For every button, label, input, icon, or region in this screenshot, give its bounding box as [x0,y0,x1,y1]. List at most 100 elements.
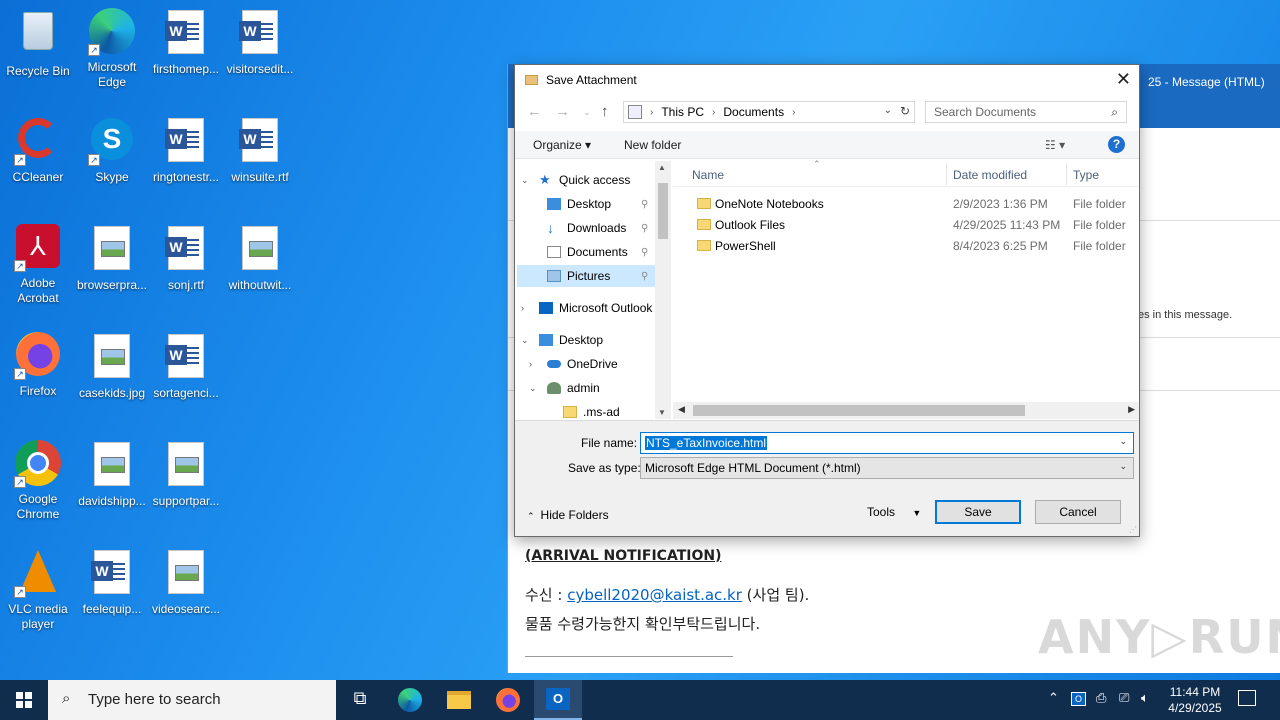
scroll-left-icon[interactable]: ◀ [678,404,685,415]
file-date: 2/9/2023 1:36 PM [953,197,1048,211]
forward-arrow-icon[interactable]: → [555,103,570,120]
nav-desktop[interactable]: ⌄ Desktop [521,329,655,351]
chevron-down-icon[interactable]: ⌄ [1119,436,1127,447]
nav-microsoft-outlook[interactable]: › Microsoft Outlook [521,297,655,319]
nav-admin[interactable]: ⌄ admin [529,377,655,399]
desktop-icon-casekids[interactable]: casekids.jpg [74,332,150,401]
recent-chevron-icon[interactable]: ⌄ [583,107,591,118]
info-bar-text: es in this message. [1138,309,1233,321]
hide-folders-button[interactable]: ⌃ Hide Folders [527,508,609,522]
expand-chevron-icon[interactable]: › [521,303,533,313]
desktop-icon-adobe-acrobat[interactable]: ⅄ ↗ Adobe Acrobat [0,224,76,306]
expand-chevron-icon[interactable]: › [529,359,541,369]
desktop-icon-skype[interactable]: S ↗ Skype [74,116,150,185]
sort-up-icon: ⌃ [813,159,821,169]
tools-button[interactable]: Tools ▼ [867,505,921,519]
save-button[interactable]: Save [935,500,1021,524]
nav-scrollbar[interactable]: ▲ ▼ [655,161,671,419]
column-type[interactable]: Type [1073,168,1099,182]
outlook-tray-icon[interactable]: O [1071,692,1086,706]
device-tray-icon[interactable]: ⎙ [1096,690,1106,706]
file-row[interactable]: Outlook Files 4/29/2025 11:43 PM File fo… [673,214,1139,235]
up-arrow-icon[interactable]: ↑ [601,103,609,120]
nav-desktop-pinned[interactable]: Desktop ⚲ [529,193,655,215]
chevron-down-icon[interactable]: ⌄ [884,105,892,116]
system-clock[interactable]: 11:44 PM 4/29/2025 [1160,684,1230,716]
expand-chevron-icon[interactable]: ⌄ [521,335,533,346]
new-folder-button[interactable]: New folder [624,138,681,152]
message-line: 물품 수령가능한지 확인부탁드립니다. [525,615,761,633]
desktop-icon-visitorsedit[interactable]: W visitorsedit... [222,8,298,77]
desktop-icon-sortagenci[interactable]: W sortagenci... [148,332,224,401]
column-name[interactable]: Name [692,168,724,182]
firefox-taskbar-icon[interactable] [484,680,532,720]
address-bar[interactable]: › This PC › Documents › ⌄ ↻ [623,101,915,123]
desktop-icon-withoutwit[interactable]: withoutwit... [222,224,298,293]
desktop-icon-ringtonestr[interactable]: W ringtonestr... [148,116,224,185]
scroll-down-icon[interactable]: ▼ [658,408,666,417]
desktop-icon-ccleaner[interactable]: ↗ CCleaner [0,116,76,185]
chevron-down-icon[interactable]: ⌄ [1119,461,1127,472]
file-explorer-icon[interactable] [435,680,483,720]
notification-center-icon[interactable] [1238,690,1256,706]
file-row[interactable]: PowerShell 8/4/2023 6:25 PM File folder [673,235,1139,256]
scroll-right-icon[interactable]: ▶ [1128,404,1135,415]
desktop-icon-firefox[interactable]: ↗ Firefox [0,332,76,399]
desktop-icon-davidshipp[interactable]: davidshipp... [74,440,150,509]
desktop-icon-google-chrome[interactable]: ↗ Google Chrome [0,440,76,522]
file-list-scrollbar[interactable]: ◀ ▶ [673,402,1139,419]
desktop-icon-vlc[interactable]: ↗ VLC media player [0,548,76,632]
anyrun-watermark: ANY▷RUN [1038,610,1280,664]
organize-button[interactable]: Organize ▾ [533,138,591,152]
column-date-modified[interactable]: Date modified [953,168,1027,182]
breadcrumb-documents[interactable]: Documents [723,105,784,119]
email-link[interactable]: cybell2020@kaist.ac.kr [567,586,742,604]
nav-documents[interactable]: Documents ⚲ [529,241,655,263]
nav-ms-ad[interactable]: .ms-ad [545,401,655,419]
outlook-taskbar-icon[interactable]: O [534,680,582,720]
cancel-button[interactable]: Cancel [1035,500,1121,524]
nav-onedrive[interactable]: › OneDrive [529,353,655,375]
volume-icon[interactable]: 🔈︎ [1141,690,1149,706]
image-file-icon [88,334,136,382]
resize-grip-icon[interactable]: ⋰ [1129,525,1137,534]
desktop-icon-microsoft-edge[interactable]: ↗ Microsoft Edge [74,8,150,90]
close-button[interactable]: ✕ [1116,70,1131,88]
desktop-icon-label: Google Chrome [16,492,60,521]
network-icon[interactable]: ⎚ [1119,690,1129,706]
back-arrow-icon[interactable]: ← [527,103,542,120]
desktop-icon [547,198,561,210]
save-as-type-label: Save as type: [568,461,641,475]
task-view-icon[interactable]: ⧉ [336,680,384,720]
desktop-icon-label: casekids.jpg [78,386,146,400]
scrollbar-thumb[interactable] [693,405,1025,416]
scrollbar-thumb[interactable] [658,183,668,239]
desktop-icon-supportpar[interactable]: supportpar... [148,440,224,509]
show-hidden-icons-chevron-icon[interactable]: ⌃ [1048,690,1059,706]
taskbar-search-box[interactable]: ⌕ Type here to search [48,680,336,720]
search-input[interactable]: Search Documents ⌕ [925,101,1127,123]
edge-taskbar-icon[interactable] [386,680,434,720]
desktop-icon-videosearc[interactable]: videosearc... [148,548,224,617]
desktop-icon-firsthomep[interactable]: W firsthomep... [148,8,224,77]
desktop-icon-sonj[interactable]: W sonj.rtf [148,224,224,293]
file-row[interactable]: OneNote Notebooks 2/9/2023 1:36 PM File … [673,193,1139,214]
nav-pictures[interactable]: Pictures ⚲ [517,265,655,287]
scroll-up-icon[interactable]: ▲ [658,163,666,172]
desktop-icon-recycle-bin[interactable]: Recycle Bin [0,8,76,79]
help-icon[interactable]: ? [1108,136,1125,153]
expand-chevron-icon[interactable]: ⌄ [521,175,533,186]
windows-start-icon[interactable] [16,692,32,708]
save-as-type-select[interactable]: Microsoft Edge HTML Document (*.html) ⌄ [640,457,1134,479]
file-name-input[interactable]: NTS_eTaxInvoice.html ⌄ [640,432,1134,454]
view-options-button[interactable]: ☷ ▾ [1045,138,1065,152]
nav-quick-access[interactable]: ⌄ ★ Quick access [521,169,655,191]
refresh-icon[interactable]: ↻ [900,104,910,118]
desktop-icon-feelequip[interactable]: W feelequip... [74,548,150,617]
desktop-icon-browserpra[interactable]: browserpra... [74,224,150,293]
edge-icon: ↗ [88,8,136,56]
expand-chevron-icon[interactable]: ⌄ [529,383,541,394]
breadcrumb-this-pc[interactable]: This PC [661,105,704,119]
nav-downloads[interactable]: ↓ Downloads ⚲ [529,217,655,239]
desktop-icon-winsuite[interactable]: W winsuite.rtf [222,116,298,185]
